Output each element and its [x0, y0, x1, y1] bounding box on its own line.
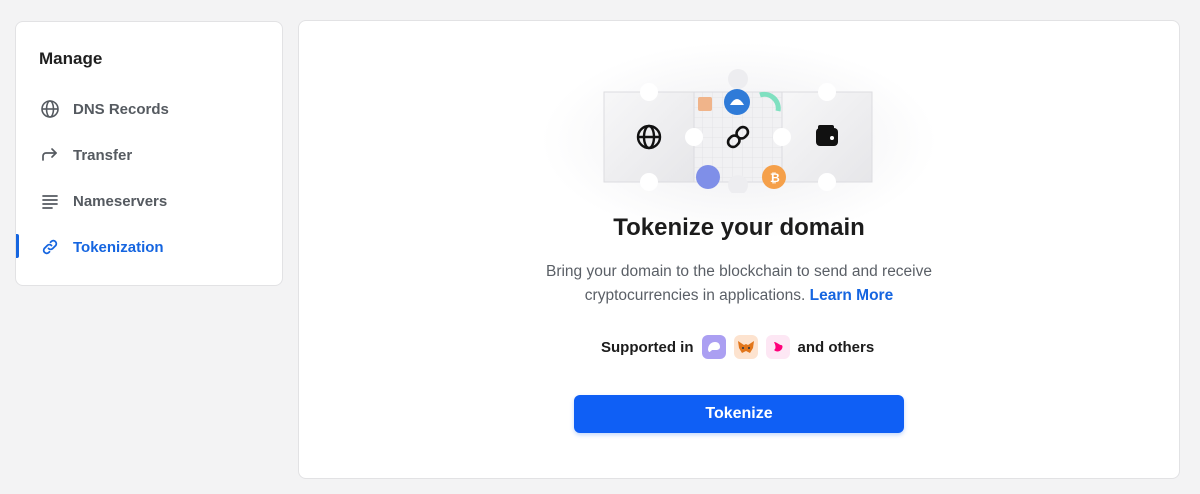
- description-line-2: cryptocurrencies in applications. Learn …: [299, 284, 1179, 308]
- metamask-icon: [733, 335, 758, 359]
- sidebar-item-label: DNS Records: [73, 100, 169, 118]
- svg-text:₿: ₿: [770, 171, 780, 185]
- tokenize-button[interactable]: Tokenize: [574, 395, 904, 433]
- sidebar-item-label: Nameservers: [73, 192, 168, 210]
- page-title: Tokenize your domain: [613, 214, 865, 241]
- globe-icon: [39, 98, 61, 120]
- phantom-icon: [701, 335, 726, 359]
- description-line-2-text: cryptocurrencies in applications.: [584, 287, 806, 304]
- forward-arrow-icon: [39, 144, 61, 166]
- link-icon: [39, 236, 61, 258]
- uniswap-icon: [765, 335, 790, 359]
- sidebar-title: Manage: [39, 49, 103, 68]
- sidebar-item-nameservers[interactable]: Nameservers: [16, 186, 282, 216]
- supported-wallets: Supported in and others: [601, 334, 874, 360]
- tokenize-panel: ₿ Tokenize your domain Bring your domain…: [298, 20, 1180, 479]
- sidebar-item-tokenization[interactable]: Tokenization: [16, 232, 282, 262]
- sidebar-item-label: Tokenization: [73, 238, 164, 256]
- supported-label: Supported in: [601, 338, 694, 356]
- puzzle-illustration: ₿: [603, 69, 873, 193]
- lines-icon: [39, 190, 61, 212]
- description: Bring your domain to the blockchain to s…: [299, 260, 1179, 308]
- sidebar-item-label: Transfer: [73, 146, 133, 164]
- description-line-1: Bring your domain to the blockchain to s…: [545, 263, 932, 280]
- learn-more-link[interactable]: Learn More: [810, 287, 894, 304]
- manage-sidebar: Manage DNS Records Transfer Nameservers: [15, 21, 283, 286]
- supported-suffix: and others: [797, 338, 875, 356]
- sidebar-item-transfer[interactable]: Transfer: [16, 140, 282, 170]
- sidebar-item-dns-records[interactable]: DNS Records: [16, 94, 282, 124]
